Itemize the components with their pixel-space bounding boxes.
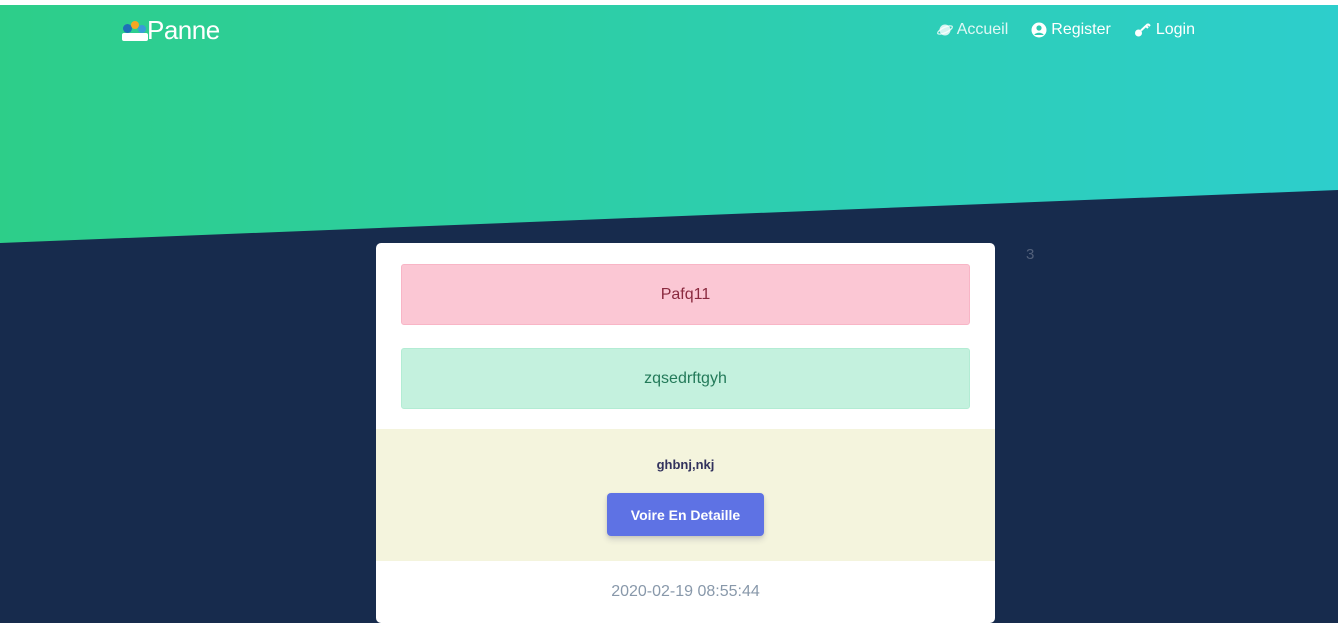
card-title: Pafq11	[401, 264, 970, 325]
nav-login-label: Login	[1155, 21, 1195, 38]
nav-register-label: Register	[1051, 21, 1111, 38]
people-logo-icon	[122, 21, 150, 43]
nav-links: Accueil Register Login	[914, 21, 1195, 39]
nav-accueil-link[interactable]: Accueil	[936, 21, 1009, 39]
voir-detail-button[interactable]: Voire En Detaille	[607, 493, 764, 536]
panne-card: Pafq11 zqsedrftgyh ghbnj,nkj Voire En De…	[376, 243, 995, 623]
card-description: zqsedrftgyh	[401, 348, 970, 409]
nav-accueil-label: Accueil	[956, 21, 1009, 38]
card-timestamp: 2020-02-19 08:55:44	[611, 583, 760, 600]
planet-icon	[936, 24, 953, 36]
navbar: Panne Accueil Register Login	[0, 5, 1338, 57]
nav-register-link[interactable]: Register	[1031, 21, 1111, 39]
key-icon	[1134, 23, 1151, 37]
nav-login-link[interactable]: Login	[1134, 21, 1195, 39]
brand-name: Panne	[147, 15, 220, 45]
brand-link[interactable]: Panne	[122, 17, 220, 43]
card-body: ghbnj,nkj Voire En Detaille	[376, 429, 995, 561]
card-body-text: ghbnj,nkj	[656, 457, 715, 472]
user-circle-icon	[1031, 22, 1047, 38]
side-number: 3	[1026, 246, 1035, 263]
